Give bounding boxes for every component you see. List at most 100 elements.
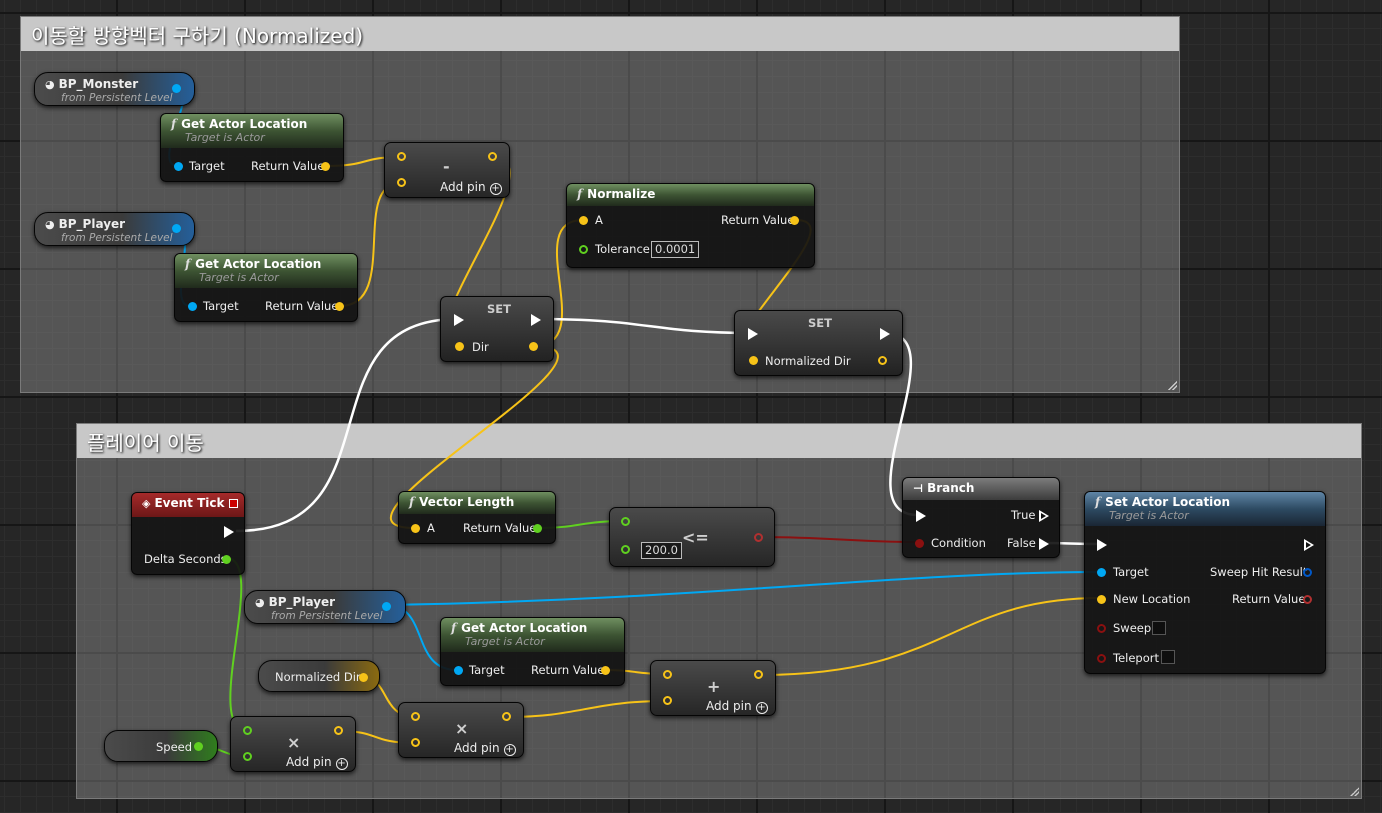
tolerance-input[interactable]: 0.0001 (651, 241, 700, 258)
teleport-checkbox[interactable] (1161, 650, 1175, 664)
branch-node[interactable]: ⊣ Branch True Condition False (902, 477, 1060, 558)
normalize-a-pin[interactable] (579, 216, 588, 225)
return-value-pin[interactable] (533, 524, 542, 533)
compare-value-input[interactable]: 200.0 (641, 542, 682, 559)
add-pin-label[interactable]: Add pin (440, 180, 486, 194)
mul-output-pin[interactable] (334, 726, 343, 735)
exec-out-pin[interactable] (531, 314, 541, 326)
return-value-pin[interactable] (335, 302, 344, 311)
return-value-pin[interactable] (321, 162, 330, 171)
mul-input-a-pin[interactable] (411, 712, 420, 721)
target-pin[interactable] (174, 162, 183, 171)
sub-output-pin[interactable] (488, 152, 497, 161)
set-actor-location-node[interactable]: f Set Actor Location Target is Actor Targe… (1084, 491, 1326, 674)
bp-player-node-2[interactable]: ◕ BP_Player from Persistent Level (244, 590, 406, 624)
delta-seconds-pin[interactable] (222, 555, 231, 564)
exec-in-pin[interactable] (916, 510, 926, 522)
function-icon: f (171, 117, 177, 131)
vector-length-node[interactable]: f Vector Length A Return Value (398, 491, 556, 544)
speed-getter-node[interactable]: Speed (104, 730, 218, 762)
add-pin-icon[interactable]: + (503, 744, 516, 756)
set-dir-node[interactable]: SET Dir (440, 296, 554, 362)
get-actor-location-node-3[interactable]: f Get Actor Location Target is Actor Targe… (440, 617, 625, 686)
add-node[interactable]: + Add pin + (650, 660, 776, 716)
add-pin-icon[interactable]: + (755, 702, 768, 714)
bp-player-node-1[interactable]: ◕ BP_Player from Persistent Level (34, 212, 195, 246)
mul-input-b-pin[interactable] (243, 752, 252, 761)
multiply-node-2[interactable]: × Add pin + (398, 702, 524, 758)
vlength-a-pin[interactable] (411, 524, 420, 533)
add-input-a-pin[interactable] (663, 670, 672, 679)
return-value-label: Return Value (531, 663, 605, 677)
add-input-b-pin[interactable] (663, 696, 672, 705)
sweep-checkbox[interactable] (1152, 621, 1166, 635)
dir-input-pin[interactable] (455, 342, 464, 351)
new-location-pin[interactable] (1097, 595, 1106, 604)
exec-in-pin[interactable] (748, 328, 758, 340)
speed-output-pin[interactable] (194, 742, 203, 751)
mul-input-a-pin[interactable] (243, 726, 252, 735)
exec-out-pin[interactable] (880, 328, 890, 340)
set-title: SET (808, 316, 832, 330)
delegate-icon[interactable] (229, 499, 238, 508)
from-level-label: from Persistent Level (271, 610, 383, 622)
return-value-pin[interactable] (790, 216, 799, 225)
condition-pin[interactable] (915, 539, 924, 548)
teleport-pin[interactable] (1097, 654, 1106, 663)
set-normalized-dir-node[interactable]: SET Normalized Dir (734, 310, 903, 376)
bp-player-output-pin[interactable] (172, 224, 181, 233)
event-tick-node[interactable]: ◈ Event Tick Delta Seconds (131, 492, 245, 575)
subtract-node[interactable]: - Add pin + (384, 142, 510, 198)
normalized-dir-getter-node[interactable]: Normalized Dir (258, 660, 380, 692)
bp-monster-output-pin[interactable] (172, 84, 181, 93)
sub-input-a-pin[interactable] (397, 152, 406, 161)
return-value-pin[interactable] (1303, 595, 1312, 604)
add-pin-icon[interactable]: + (489, 183, 502, 195)
bp-player-label: BP_Player (58, 217, 126, 231)
false-exec-pin[interactable] (1039, 538, 1049, 550)
add-pin-label[interactable]: Add pin (454, 741, 500, 755)
sub-input-b-pin[interactable] (397, 178, 406, 187)
true-exec-pin[interactable] (1039, 510, 1049, 522)
return-value-pin[interactable] (601, 666, 610, 675)
normalize-node[interactable]: f Normalize A Return Value Tolerance 0.00… (566, 183, 815, 268)
target-pin[interactable] (188, 302, 197, 311)
target-pin[interactable] (454, 666, 463, 675)
normalized-dir-output-pin[interactable] (359, 673, 368, 682)
return-value-label: Return Value (251, 159, 325, 173)
normalized-dir-input-pin[interactable] (749, 356, 758, 365)
compare-a-pin[interactable] (621, 517, 630, 526)
node-subtitle: Target is Actor (1109, 509, 1189, 522)
bp-player-output-pin[interactable] (382, 602, 391, 611)
get-actor-location-node-2[interactable]: f Get Actor Location Target is Actor Targe… (174, 253, 358, 322)
mul-output-pin[interactable] (502, 712, 511, 721)
sweep-pin[interactable] (1097, 624, 1106, 633)
actor-icon: ◕ (45, 78, 55, 91)
add-pin-icon[interactable]: + (335, 758, 348, 770)
compare-b-pin[interactable] (621, 545, 630, 554)
compare-node[interactable]: 200.0 <= (609, 507, 775, 567)
target-label: Target (203, 299, 239, 313)
compare-output-pin[interactable] (754, 533, 763, 542)
event-icon: ◈ (142, 497, 151, 510)
add-output-pin[interactable] (754, 670, 763, 679)
tolerance-pin[interactable] (579, 245, 588, 254)
compare-symbol: <= (682, 528, 709, 547)
exec-out-pin[interactable] (1304, 539, 1314, 551)
sweep-hit-pin[interactable] (1303, 568, 1312, 577)
add-pin-label[interactable]: Add pin (286, 755, 332, 769)
sweep-hit-label: Sweep Hit Result (1210, 565, 1308, 579)
from-level-label: from Persistent Level (61, 92, 173, 104)
get-actor-location-node-1[interactable]: f Get Actor Location Target is Actor Targe… (160, 113, 344, 182)
exec-out-pin[interactable] (224, 526, 234, 538)
exec-in-pin[interactable] (454, 314, 464, 326)
mul-input-b-pin[interactable] (411, 738, 420, 747)
bp-monster-node[interactable]: ◕ BP_Monster from Persistent Level (34, 72, 195, 106)
add-pin-label[interactable]: Add pin (706, 699, 752, 713)
exec-in-pin[interactable] (1097, 539, 1107, 551)
dir-output-pin[interactable] (529, 342, 538, 351)
normalized-dir-output-pin[interactable] (878, 356, 887, 365)
node-subtitle: Target is Actor (185, 131, 265, 144)
target-pin[interactable] (1097, 568, 1106, 577)
multiply-node-1[interactable]: × Add pin + (230, 716, 356, 772)
